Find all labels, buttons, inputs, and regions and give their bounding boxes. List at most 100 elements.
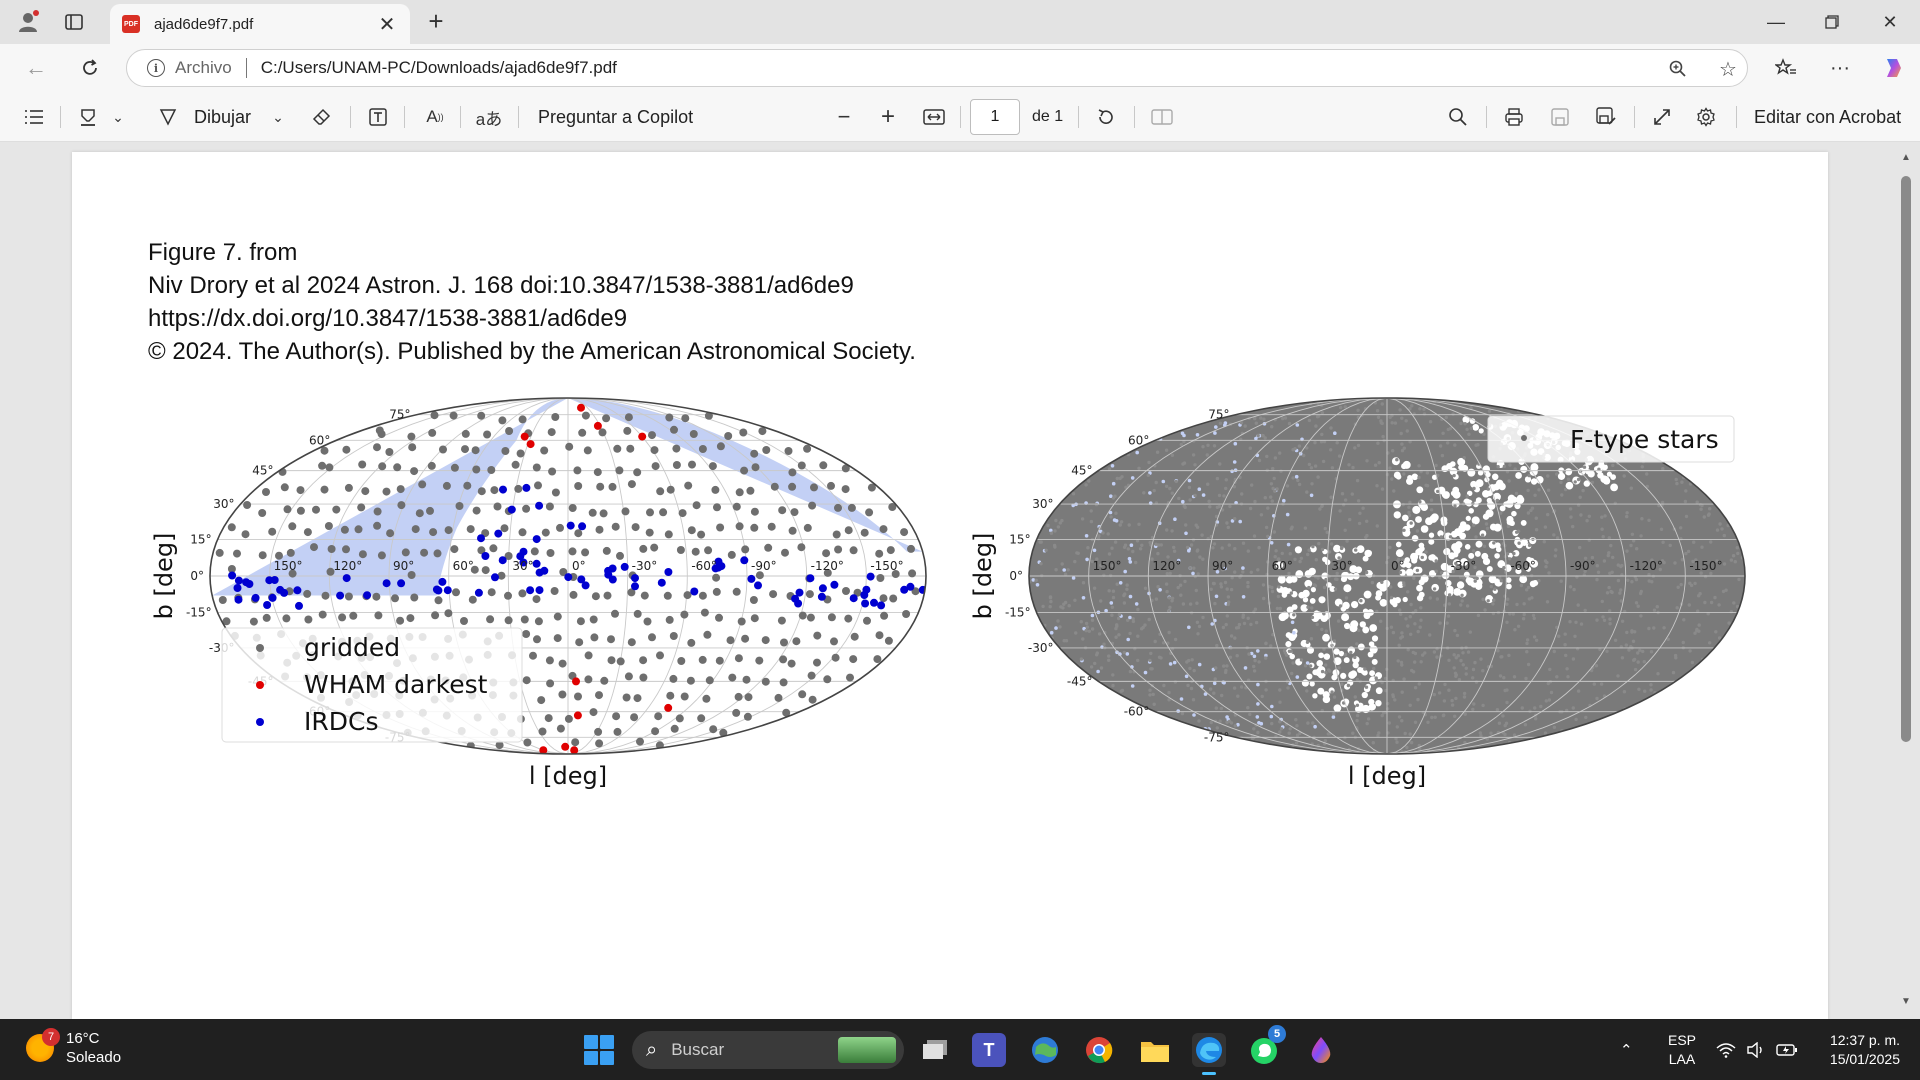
back-icon[interactable]: ← (20, 54, 52, 82)
f-type-star-point (1625, 549, 1629, 553)
f-type-star-point (1324, 670, 1328, 675)
sparse-sky-mark (1395, 549, 1404, 558)
teams-icon[interactable]: T (972, 1033, 1006, 1067)
f-type-star-point (1071, 492, 1076, 496)
windows-start-icon[interactable] (584, 1035, 614, 1065)
battery-icon[interactable] (1776, 1019, 1798, 1080)
irdc-point (791, 594, 800, 603)
f-type-star-point (1164, 484, 1169, 488)
f-type-star-point (1681, 640, 1686, 645)
language-indicator[interactable]: ESP LAA (1668, 1031, 1696, 1069)
shaded-background-mark (1111, 481, 1116, 486)
gridded-point (648, 431, 656, 440)
refresh-icon[interactable] (74, 54, 106, 82)
favorite-star-icon[interactable]: ☆ (1715, 56, 1741, 82)
gridded-point (621, 507, 630, 516)
save-as-icon[interactable] (1592, 103, 1620, 131)
edit-with-acrobat-button[interactable]: Editar con Acrobat (1754, 103, 1901, 131)
f-type-star-point (1081, 637, 1085, 641)
search-icon[interactable] (1444, 103, 1472, 131)
ask-copilot-button[interactable]: Preguntar a Copilot (538, 103, 693, 131)
f-type-star-point (1625, 514, 1629, 519)
pdf-viewport[interactable]: Figure 7. from Niv Drory et al 2024 Astr… (0, 142, 1920, 1019)
task-view-icon[interactable] (918, 1033, 952, 1067)
f-type-star-point (1656, 672, 1660, 676)
highlighter-icon[interactable] (74, 103, 102, 131)
tab-pdf[interactable]: PDF ajad6de9f7.pdf ✕ (110, 4, 410, 44)
f-type-star-point (1252, 669, 1257, 673)
print-icon[interactable] (1500, 103, 1528, 131)
scroll-up-icon[interactable]: ▲ (1900, 152, 1912, 164)
wifi-icon[interactable] (1716, 1019, 1736, 1080)
f-type-star-point (1428, 596, 1433, 600)
toolbar-separator (1078, 106, 1079, 128)
close-window-icon[interactable]: ✕ (1862, 0, 1918, 44)
favorites-icon[interactable] (1770, 54, 1802, 82)
draw-pen-icon[interactable] (154, 103, 182, 131)
f-type-star-point (1280, 551, 1285, 556)
gridded-point (631, 523, 640, 532)
sparse-sky-mark (1393, 471, 1401, 479)
taskbar-search[interactable]: ⌕ Buscar (632, 1031, 904, 1069)
maps-icon[interactable] (1028, 1033, 1062, 1067)
f-type-star-point (1184, 523, 1188, 527)
new-tab-icon[interactable]: + (420, 8, 452, 36)
gridded-point (578, 428, 587, 437)
rotate-icon[interactable] (1092, 103, 1120, 131)
paint-drop-icon[interactable] (1304, 1033, 1338, 1067)
f-type-star-point (1508, 463, 1512, 467)
page-number-input[interactable]: 1 (970, 99, 1020, 135)
contents-list-icon[interactable] (20, 103, 48, 131)
scrollbar-thumb[interactable] (1901, 176, 1911, 742)
f-type-star-point (1499, 655, 1503, 659)
profile-icon[interactable] (14, 8, 42, 36)
whatsapp-icon[interactable]: 5 (1248, 1025, 1286, 1067)
url-field[interactable]: i Archivo C:/Users/UNAM-PC/Downloads/aja… (126, 49, 1748, 87)
f-type-star-point (1250, 483, 1254, 487)
system-clock[interactable]: 12:37 p. m. 15/01/2025 (1800, 1031, 1900, 1069)
show-hidden-icons-chevron-up-icon[interactable]: ⌃ (1620, 1019, 1633, 1080)
zoom-icon[interactable] (1665, 56, 1691, 82)
gridded-point (544, 714, 553, 723)
minimize-icon[interactable]: — (1748, 0, 1804, 44)
f-type-star-point (1402, 472, 1406, 476)
settings-gear-icon[interactable] (1692, 103, 1720, 131)
latitude-tick-label: 30° (213, 497, 234, 511)
gridded-point (670, 425, 678, 434)
shaded-background-mark (1112, 518, 1117, 522)
f-type-star-point (1714, 630, 1718, 634)
f-type-star-point (1311, 721, 1315, 725)
vertical-scrollbar[interactable]: ▲ ▼ (1896, 150, 1916, 1012)
copilot-icon[interactable] (1878, 54, 1910, 82)
file-explorer-icon[interactable] (1138, 1033, 1172, 1067)
scroll-down-icon[interactable]: ▼ (1900, 996, 1912, 1008)
fit-to-width-icon[interactable] (920, 103, 948, 131)
weather-badge: 7 (42, 1028, 60, 1046)
f-type-star-point (1684, 489, 1688, 493)
zoom-out-icon[interactable]: − (830, 103, 858, 131)
weather-widget[interactable]: 7 16°C Soleado (26, 1028, 121, 1067)
tab-close-icon[interactable]: ✕ (376, 12, 398, 37)
read-aloud-icon[interactable]: A)) (420, 103, 450, 131)
edge-icon[interactable] (1192, 1033, 1226, 1075)
volume-icon[interactable] (1746, 1019, 1766, 1080)
longitude-tick-label: 120° (1152, 559, 1181, 573)
sparse-sky-mark (1415, 516, 1422, 523)
fullscreen-icon[interactable] (1648, 103, 1676, 131)
irdc-point (747, 574, 756, 583)
draw-button[interactable]: Dibujar (194, 103, 251, 131)
gridded-point (624, 413, 633, 422)
draw-options-chevron-down-icon[interactable]: ⌄ (268, 103, 288, 131)
highlight-options-chevron-down-icon[interactable]: ⌄ (108, 103, 128, 131)
more-menu-icon[interactable]: ··· (1824, 54, 1856, 82)
f-type-star-point (1587, 538, 1592, 542)
text-box-icon[interactable] (364, 103, 392, 131)
restore-icon[interactable] (1804, 0, 1860, 44)
f-type-star-point (1505, 602, 1509, 606)
info-icon[interactable]: i (147, 59, 165, 77)
chrome-icon[interactable] (1082, 1033, 1116, 1067)
zoom-in-icon[interactable]: + (874, 103, 902, 131)
eraser-icon[interactable] (308, 103, 336, 131)
translate-icon[interactable]: aあ (474, 103, 504, 131)
tab-actions-icon[interactable] (60, 8, 88, 36)
